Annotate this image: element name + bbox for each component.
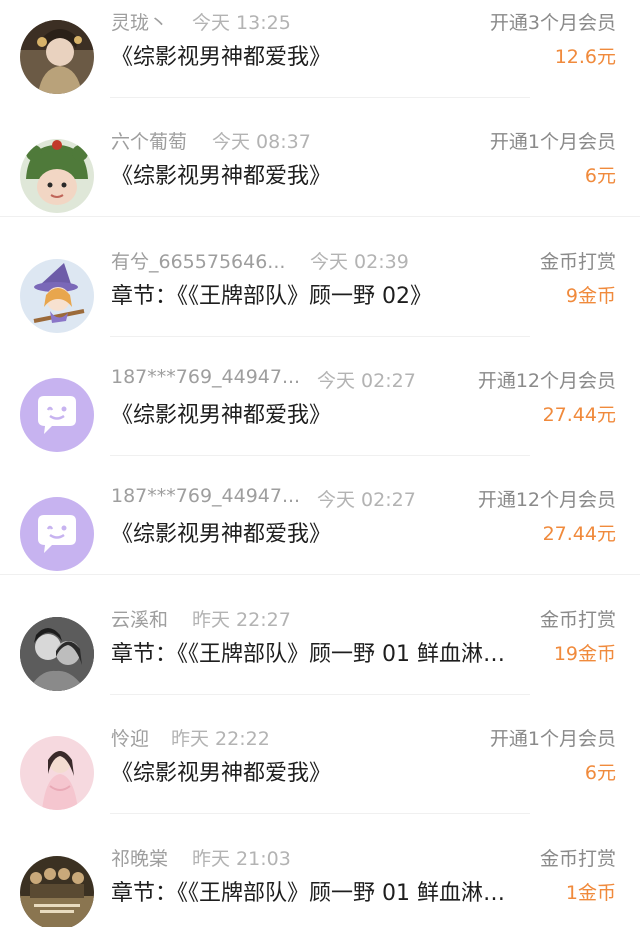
group-photo-avatar[interactable] [20, 856, 94, 927]
book-title[interactable]: 《综影视男神都爱我》 [111, 39, 331, 71]
reward-amount: 19金币 [553, 643, 616, 665]
reward-type: 金币打赏 [539, 251, 616, 273]
reward-type: 开通12个月会员 [477, 489, 616, 511]
list-item[interactable]: 六个葡萄 今天 08:37 开通1个月会员 《综影视男神都爱我》 6元 [0, 119, 640, 239]
user-name: 怜迎 [111, 728, 150, 750]
user-name: 187***769_44947... [111, 366, 301, 388]
list-item[interactable]: 187***769_44947... 今天 02:27 开通12个月会员 《综影… [0, 477, 640, 597]
user-name: 187***769_44947... [111, 485, 301, 507]
book-title[interactable]: 《综影视男神都爱我》 [111, 755, 331, 787]
girl-pink-avatar[interactable] [20, 736, 94, 810]
timestamp: 昨天 22:27 [192, 609, 291, 631]
divider [0, 216, 640, 217]
timestamp: 今天 13:25 [192, 12, 291, 34]
reward-type: 金币打赏 [539, 609, 616, 631]
list-item[interactable]: 187***769_44947... 今天 02:27 开通12个月会员 《综影… [0, 358, 640, 478]
user-name: 祁晚棠 [111, 848, 169, 870]
chapter-title[interactable]: 章节：《《王牌部队》顾一野 01 鲜血淋漓》 [111, 875, 521, 907]
default-chat-avatar[interactable] [20, 378, 94, 452]
divider [110, 336, 530, 337]
timestamp: 今天 08:37 [212, 131, 311, 153]
chapter-title[interactable]: 章节：《《王牌部队》顾一野 01 鲜血淋漓》 [111, 636, 521, 668]
user-name: 云溪和 [111, 609, 169, 631]
divider [110, 455, 530, 456]
reward-amount: 27.44元 [542, 404, 616, 426]
divider [110, 97, 530, 98]
timestamp: 今天 02:27 [317, 370, 416, 392]
list-item[interactable]: 灵珑丶 今天 13:25 开通3个月会员 《综影视男神都爱我》 12.6元 [0, 0, 640, 120]
reward-type: 金币打赏 [539, 848, 616, 870]
reward-type: 开通3个月会员 [489, 12, 616, 34]
reward-amount: 6元 [584, 165, 616, 187]
reward-amount: 9金币 [565, 285, 616, 307]
list-item[interactable]: 祁晚棠 昨天 21:03 金币打赏 章节：《《王牌部队》顾一野 01 鲜血淋漓》… [0, 836, 640, 927]
divider [0, 574, 640, 575]
divider [110, 813, 530, 814]
book-title[interactable]: 《综影视男神都爱我》 [111, 516, 331, 548]
user-name: 有兮_665575646... [111, 251, 286, 273]
reward-amount: 27.44元 [542, 523, 616, 545]
list-item[interactable]: 云溪和 昨天 22:27 金币打赏 章节：《《王牌部队》顾一野 01 鲜血淋漓》… [0, 597, 640, 717]
default-chat-avatar[interactable] [20, 497, 94, 571]
timestamp: 昨天 21:03 [192, 848, 291, 870]
girl-costume-avatar[interactable] [20, 20, 94, 94]
reward-type: 开通12个月会员 [477, 370, 616, 392]
reward-type: 开通1个月会员 [489, 131, 616, 153]
reward-amount: 12.6元 [554, 46, 616, 68]
user-name: 六个葡萄 [111, 131, 188, 153]
timestamp: 今天 02:27 [317, 489, 416, 511]
timestamp: 昨天 22:22 [171, 728, 270, 750]
witch-cartoon-avatar[interactable] [20, 259, 94, 333]
list-item[interactable]: 有兮_665575646... 今天 02:39 金币打赏 章节：《《王牌部队》… [0, 239, 640, 359]
chapter-title[interactable]: 章节：《《王牌部队》顾一野 02》 [111, 278, 432, 310]
reward-type: 开通1个月会员 [489, 728, 616, 750]
reward-record-list: 灵珑丶 今天 13:25 开通3个月会员 《综影视男神都爱我》 12.6元 六个… [0, 0, 640, 927]
divider [110, 694, 530, 695]
book-title[interactable]: 《综影视男神都爱我》 [111, 397, 331, 429]
timestamp: 今天 02:39 [310, 251, 409, 273]
user-name: 灵珑丶 [111, 12, 169, 34]
list-item[interactable]: 怜迎 昨天 22:22 开通1个月会员 《综影视男神都爱我》 6元 [0, 716, 640, 836]
couple-photo-avatar[interactable] [20, 617, 94, 691]
child-green-hat-avatar[interactable] [20, 139, 94, 213]
book-title[interactable]: 《综影视男神都爱我》 [111, 158, 331, 190]
reward-amount: 1金币 [565, 882, 616, 904]
reward-amount: 6元 [584, 762, 616, 784]
